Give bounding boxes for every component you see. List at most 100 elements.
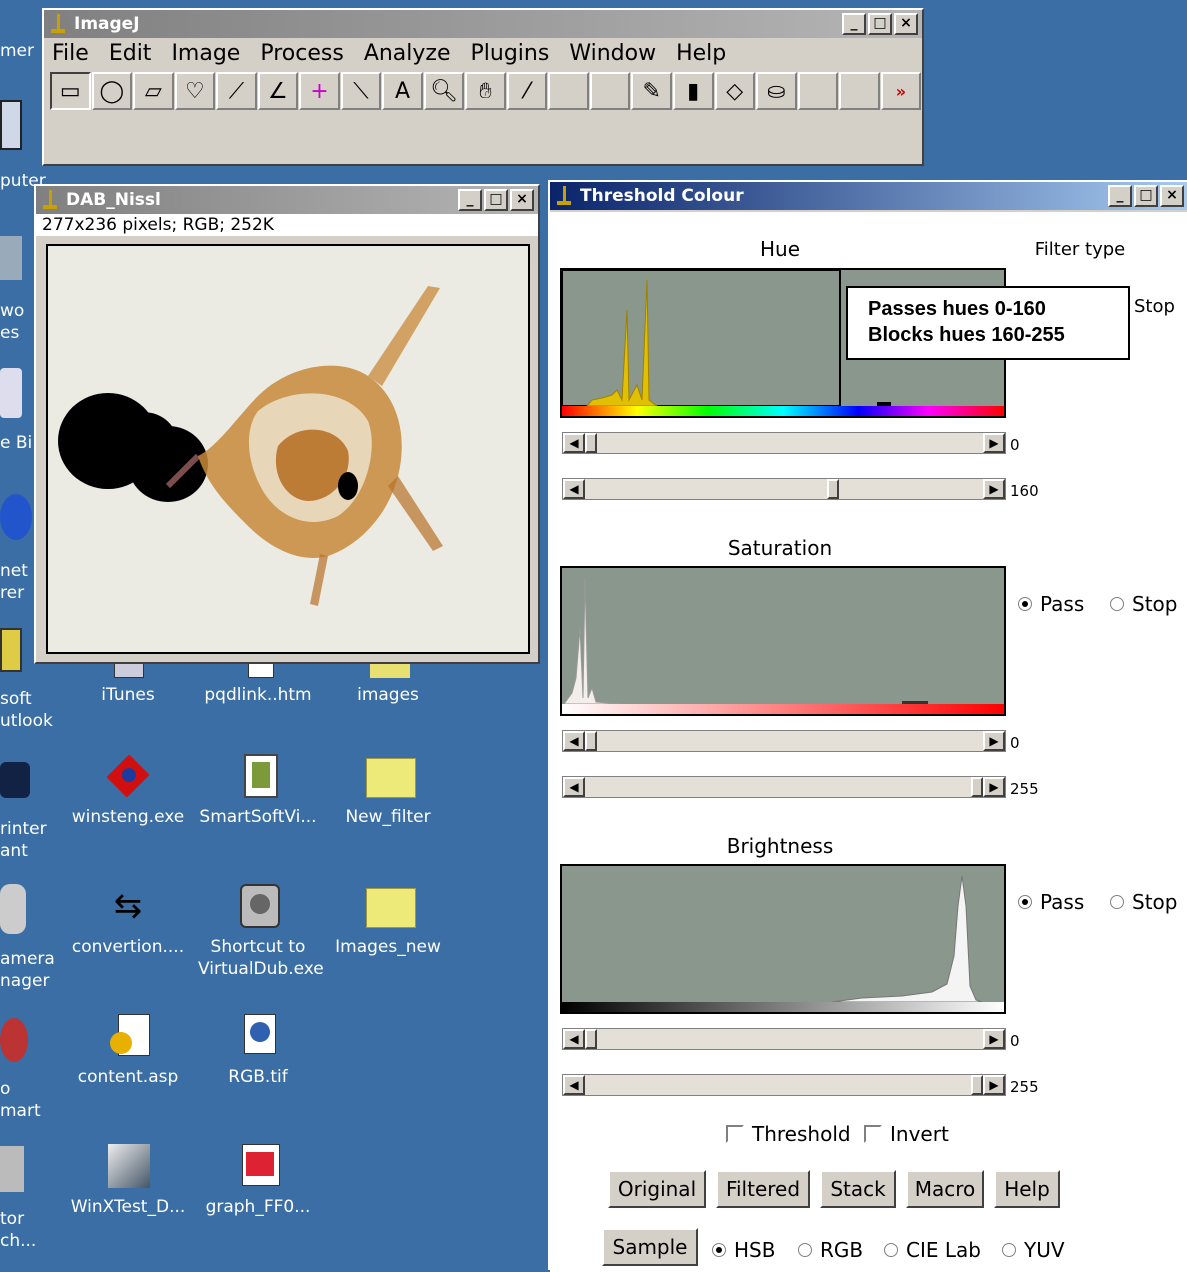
brush-tool-icon[interactable]: ▮ xyxy=(672,72,714,110)
desktop-partial-label[interactable]: soft xyxy=(0,688,70,710)
desktop-icon-graph[interactable]: graph_FF0... xyxy=(198,1142,318,1218)
pencil-tool-icon[interactable]: ✎ xyxy=(631,72,672,110)
brightness-stop-radio[interactable]: Stop xyxy=(1110,890,1177,914)
freehand-tool-icon[interactable]: ♡ xyxy=(174,72,216,110)
stack-button[interactable]: Stack xyxy=(820,1170,896,1208)
brightness-min-slider[interactable]: ◀ ▶ xyxy=(562,1028,1006,1050)
minimize-button[interactable]: _ xyxy=(1108,185,1132,207)
close-button[interactable]: × xyxy=(894,13,918,35)
desktop-partial-label[interactable]: ch... xyxy=(0,1230,70,1252)
close-button[interactable]: × xyxy=(1160,185,1184,207)
yuv-radio[interactable]: YUV xyxy=(1002,1238,1065,1262)
empty-tool-slot[interactable] xyxy=(548,72,589,110)
maximize-button[interactable]: □ xyxy=(1134,185,1158,207)
saturation-stop-radio[interactable]: Stop xyxy=(1110,592,1177,616)
dropper-tool-icon[interactable]: ⁄ xyxy=(506,72,548,110)
hue-max-slider[interactable]: ◀ ▶ xyxy=(562,478,1006,500)
text-tool-icon[interactable]: A xyxy=(382,72,423,110)
sample-button[interactable]: Sample xyxy=(602,1228,698,1266)
empty-tool-slot[interactable] xyxy=(839,72,880,110)
desktop-icon-images-new[interactable]: Images_new xyxy=(328,882,448,958)
oval-tool-icon[interactable]: ◯ xyxy=(91,72,133,110)
image-canvas[interactable] xyxy=(46,244,530,654)
desktop-partial-label[interactable]: amera xyxy=(0,948,70,970)
hand-tool-icon[interactable]: ✋︎ xyxy=(465,72,506,110)
desktop-icon-winsteng[interactable]: winsteng.exe xyxy=(68,752,188,828)
smart-icon[interactable] xyxy=(0,1018,28,1062)
desktop-icon-rgb-tif[interactable]: RGB.tif xyxy=(198,1012,318,1088)
desktop-icon-virtualdub[interactable]: Shortcut to VirtualDub.exe xyxy=(198,882,324,980)
maximize-button[interactable]: □ xyxy=(868,13,892,35)
saturation-min-thumb[interactable] xyxy=(585,731,597,751)
image-window-titlebar[interactable]: DAB_Nissl _ □ × xyxy=(36,186,538,214)
hue-min-thumb[interactable] xyxy=(585,433,597,453)
saturation-pass-radio[interactable]: Pass xyxy=(1018,592,1084,616)
printer-icon[interactable] xyxy=(0,762,30,798)
minimize-button[interactable]: _ xyxy=(458,189,482,211)
desktop-partial-label[interactable]: o xyxy=(0,1078,70,1100)
menu-process[interactable]: Process xyxy=(260,41,343,66)
brightness-pass-radio[interactable]: Pass xyxy=(1018,890,1084,914)
menu-plugins[interactable]: Plugins xyxy=(471,41,550,66)
line-tool-icon[interactable]: ⟋ xyxy=(216,72,257,110)
hsb-radio[interactable]: HSB xyxy=(712,1238,775,1262)
menu-help[interactable]: Help xyxy=(676,41,726,66)
saturation-max-thumb[interactable] xyxy=(971,777,983,797)
threshold-checkbox[interactable]: Threshold xyxy=(726,1122,851,1146)
polygon-tool-icon[interactable]: ▱ xyxy=(133,72,174,110)
empty-tool-slot[interactable] xyxy=(589,72,631,110)
original-button[interactable]: Original xyxy=(608,1170,706,1208)
eraser-tool-icon[interactable]: ◇ xyxy=(714,72,756,110)
threshold-titlebar[interactable]: Threshold Colour _ □ × xyxy=(550,182,1187,210)
rectangle-tool-icon[interactable]: ▭ xyxy=(50,72,91,110)
desktop-partial-label[interactable]: nager xyxy=(0,970,70,992)
menu-file[interactable]: File xyxy=(52,41,89,66)
desktop-icon-new-filter[interactable]: New_filter xyxy=(328,752,448,828)
invert-checkbox[interactable]: Invert xyxy=(864,1122,949,1146)
desktop-icon-convertion[interactable]: ⇆ convertion.... xyxy=(68,882,188,958)
macro-button[interactable]: Macro xyxy=(906,1170,984,1208)
camera-icon[interactable] xyxy=(0,884,26,934)
hue-min-slider[interactable]: ◀ ▶ xyxy=(562,432,1006,454)
flood-fill-tool-icon[interactable]: ⛀ xyxy=(756,72,797,110)
internet-explorer-icon[interactable] xyxy=(0,494,32,540)
computer-icon[interactable] xyxy=(0,100,22,150)
menu-analyze[interactable]: Analyze xyxy=(364,41,451,66)
filtered-button[interactable]: Filtered xyxy=(716,1170,810,1208)
saturation-min-slider[interactable]: ◀ ▶ xyxy=(562,730,1006,752)
brightness-max-thumb[interactable] xyxy=(971,1075,983,1095)
menu-edit[interactable]: Edit xyxy=(109,41,152,66)
outlook-icon[interactable] xyxy=(0,628,22,672)
tor-icon[interactable] xyxy=(0,1146,24,1192)
desktop-partial-label[interactable]: rinter xyxy=(0,818,70,840)
hue-stop-label[interactable]: Stop xyxy=(1134,296,1175,317)
help-button[interactable]: Help xyxy=(994,1170,1060,1208)
cie-lab-radio[interactable]: CIE Lab xyxy=(884,1238,981,1262)
desktop-partial-label[interactable]: tor xyxy=(0,1208,70,1230)
network-icon[interactable] xyxy=(0,236,22,280)
desktop-partial-label[interactable]: mart xyxy=(0,1100,70,1122)
hue-max-thumb[interactable] xyxy=(827,479,840,499)
magnifier-tool-icon[interactable]: 🔍︎ xyxy=(423,72,465,110)
empty-tool-slot[interactable] xyxy=(797,72,839,110)
more-tools-icon[interactable]: » xyxy=(880,72,922,110)
angle-tool-icon[interactable]: ∠ xyxy=(257,72,299,110)
imagej-titlebar[interactable]: ImageJ _ □ × xyxy=(44,10,922,38)
brightness-min-thumb[interactable] xyxy=(585,1029,597,1049)
minimize-button[interactable]: _ xyxy=(842,13,866,35)
close-button[interactable]: × xyxy=(510,189,534,211)
menu-window[interactable]: Window xyxy=(569,41,656,66)
recycle-bin-icon[interactable] xyxy=(0,368,22,418)
desktop-partial-label[interactable]: ant xyxy=(0,840,70,862)
point-tool-icon[interactable]: + xyxy=(299,72,340,110)
rgb-radio[interactable]: RGB xyxy=(798,1238,863,1262)
wand-tool-icon[interactable]: ⟍ xyxy=(340,72,382,110)
saturation-max-slider[interactable]: ◀ ▶ xyxy=(562,776,1006,798)
brightness-max-slider[interactable]: ◀ ▶ xyxy=(562,1074,1006,1096)
menu-image[interactable]: Image xyxy=(171,41,240,66)
maximize-button[interactable]: □ xyxy=(484,189,508,211)
desktop-partial-label[interactable]: utlook xyxy=(0,710,70,732)
desktop-icon-content[interactable]: content.asp xyxy=(68,1012,188,1088)
desktop-icon-winxtest[interactable]: WinXTest_D... xyxy=(68,1142,188,1218)
desktop-icon-smartsoft[interactable]: SmartSoftVi... xyxy=(198,752,318,828)
